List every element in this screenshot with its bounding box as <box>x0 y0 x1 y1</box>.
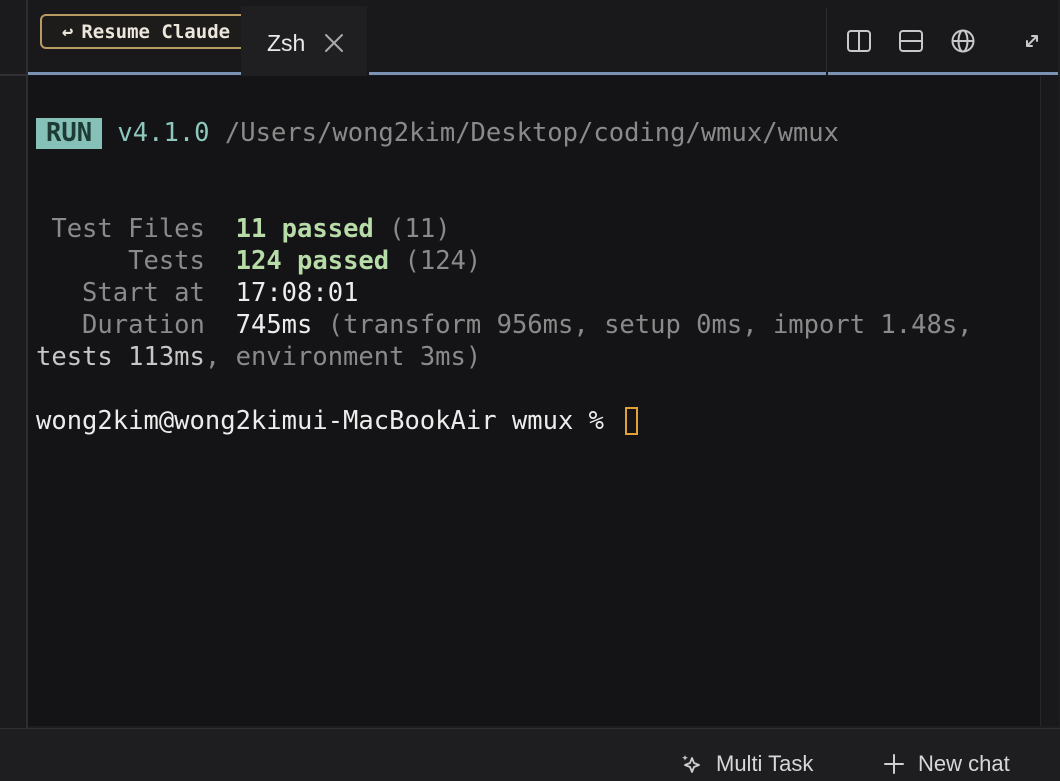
tab-bar: ↩ Resume Claude Zsh <box>28 0 1058 76</box>
terminal-cursor <box>625 407 639 435</box>
split-horizontal-icon[interactable] <box>897 27 925 55</box>
return-arrow-icon: ↩ <box>61 20 74 43</box>
tab-title: Zsh <box>267 30 306 56</box>
project-path: /Users/wong2kim/Desktop/coding/wmux/wmux <box>224 118 839 148</box>
duration-tests-time: tests 113ms <box>36 342 205 372</box>
split-vertical-icon[interactable] <box>845 27 873 55</box>
left-panel-edge <box>0 0 28 728</box>
multi-task-button[interactable]: Multi Task <box>680 751 813 777</box>
start-at-line: Start at 17:08:01 <box>36 277 358 309</box>
tests-line: Tests 124 passed (124) <box>36 245 481 277</box>
duration-continuation-line: tests 113ms, environment 3ms) <box>36 341 481 373</box>
test-files-value: 11 passed <box>235 214 374 244</box>
left-panel-header <box>0 0 26 76</box>
shell-prompt: wong2kim@wong2kimui-MacBookAir wmux % <box>36 406 620 436</box>
test-files-count: (11) <box>373 214 451 244</box>
tab-underline-left <box>28 72 241 75</box>
sparkle-icon <box>682 755 700 773</box>
test-files-line: Test Files 11 passed (11) <box>36 213 451 245</box>
tab-underline-middle <box>369 72 826 75</box>
bottom-bar: Multi Task New chat <box>0 728 1060 781</box>
shell-prompt-line: wong2kim@wong2kimui-MacBookAir wmux % <box>36 405 639 437</box>
test-files-label: Test Files <box>36 214 205 244</box>
duration-detail-2: , environment 3ms) <box>204 342 482 372</box>
globe-icon[interactable] <box>949 27 977 55</box>
terminal-scrollbar[interactable] <box>1040 76 1059 726</box>
tab-underline-right <box>828 72 1058 75</box>
run-header-line: RUN v4.1.0 /Users/wong2kim/Desktop/codin… <box>36 117 839 149</box>
new-chat-button[interactable]: New chat <box>882 751 1010 777</box>
expand-icon[interactable] <box>1018 27 1046 55</box>
duration-value: 745ms <box>235 310 313 340</box>
start-at-label: Start at <box>36 278 205 308</box>
tab-zsh[interactable]: Zsh <box>241 6 367 76</box>
version-text: v4.1.0 <box>117 118 210 148</box>
resume-claude-button[interactable]: ↩ Resume Claude <box>40 14 252 49</box>
tests-value: 124 passed <box>235 246 390 276</box>
run-badge: RUN <box>36 118 103 149</box>
start-at-value: 17:08:01 <box>235 278 359 308</box>
duration-label: Duration <box>36 310 205 340</box>
close-icon[interactable] <box>323 32 345 54</box>
toolbar-divider <box>826 8 827 72</box>
duration-detail-1: (transform 956ms, setup 0ms, import 1.48… <box>312 310 973 340</box>
tests-label: Tests <box>36 246 205 276</box>
terminal-output[interactable]: RUN v4.1.0 /Users/wong2kim/Desktop/codin… <box>28 76 1040 726</box>
new-chat-label: New chat <box>918 751 1010 776</box>
duration-line: Duration 745ms (transform 956ms, setup 0… <box>36 309 973 341</box>
tests-count: (124) <box>389 246 482 276</box>
plus-icon <box>884 754 904 774</box>
resume-claude-label: Resume Claude <box>81 20 231 43</box>
multi-task-label: Multi Task <box>716 751 814 776</box>
